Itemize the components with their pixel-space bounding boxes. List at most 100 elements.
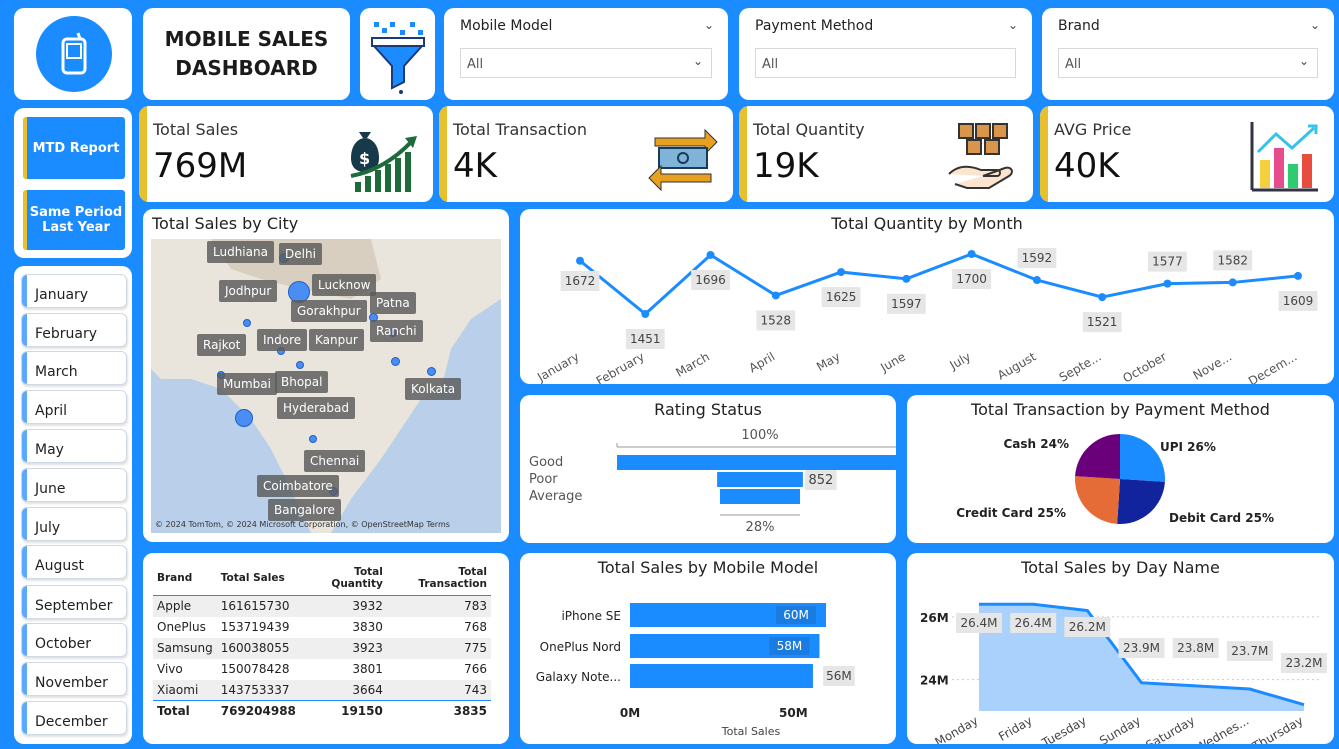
city-label: Rajkot <box>197 334 247 356</box>
city-bubble[interactable] <box>243 319 251 327</box>
month-button-january[interactable]: January <box>21 274 127 308</box>
x-tick-label: Saturday <box>1143 713 1197 744</box>
funnel-value-label: 852 <box>808 473 833 488</box>
table-cell: 783 <box>386 595 491 617</box>
table-row[interactable]: Vivo 150078428 3801 766 <box>153 659 491 680</box>
x-tick-label: Nove... <box>1191 349 1235 382</box>
kpi-accent-bar <box>1040 106 1048 202</box>
bar-chart-icon <box>1250 122 1318 192</box>
map-canvas[interactable]: Ludhiana Delhi Lucknow Jodhpur Patna Gor… <box>151 239 501 533</box>
y-tick-label: 24M <box>920 674 949 688</box>
same-period-last-year-button[interactable]: Same Period Last Year <box>23 190 125 250</box>
chevron-down-icon[interactable]: ⌄ <box>704 18 714 32</box>
city-bubble[interactable] <box>296 361 304 369</box>
x-tick-label: Tuesday <box>1039 713 1089 744</box>
month-button-march[interactable]: March <box>21 351 127 385</box>
column-header[interactable]: Total Quantity <box>299 563 387 596</box>
brand-dropdown[interactable]: All ⌄ <box>1058 48 1318 78</box>
day-area-svg: 26M 24M 26.4M Monday 26.4M Friday 26.2M Tuesday… <box>920 602 1327 744</box>
chevron-down-icon[interactable]: ⌄ <box>1310 18 1320 32</box>
brand-table: Brand Total Sales Total Quantity Total T… <box>153 563 491 722</box>
x-tick-label: August <box>995 349 1039 382</box>
city-label: Kanpur <box>309 329 364 351</box>
month-label: July <box>35 520 61 536</box>
month-button-february[interactable]: February <box>21 313 127 347</box>
month-button-april[interactable]: April <box>21 390 127 424</box>
logo-card <box>14 8 132 100</box>
column-header[interactable]: Brand <box>153 563 217 596</box>
data-label: 1528 <box>761 313 792 327</box>
line-chart-svg: 1672 January 1451 February 1696 March 1528 Apri… <box>534 248 1318 384</box>
model-category-label: iPhone SE <box>561 609 621 623</box>
city-label: Patna <box>370 292 416 314</box>
line-point <box>1228 278 1237 287</box>
table-total-row: Total 769204988 19150 3835 <box>153 700 491 722</box>
city-bubble[interactable] <box>427 367 436 376</box>
month-button-october[interactable]: October <box>21 623 127 657</box>
city-label: Coimbatore <box>257 475 339 497</box>
column-header[interactable]: Total Sales <box>216 563 300 596</box>
pie-label: Debit Card 25% <box>1169 511 1274 525</box>
table-cell: Total <box>153 700 217 722</box>
table-row[interactable]: Xiaomi 143753337 3664 743 <box>153 679 491 701</box>
x-tick-label: May <box>814 349 842 374</box>
slicer-mobile-model[interactable]: Mobile Model ⌄ All ⌄ <box>444 8 728 100</box>
y-tick-label: 26M <box>920 611 949 625</box>
same-period-label-2: Last Year <box>42 220 110 235</box>
chevron-down-icon[interactable]: ⌄ <box>693 54 703 68</box>
month-button-december[interactable]: December <box>21 701 127 735</box>
slicer-payment-method[interactable]: Payment Method ⌄ All <box>739 8 1032 100</box>
kpi-label: Total Sales <box>153 120 239 139</box>
table-row[interactable]: Samsung 160038055 3923 775 <box>153 637 491 659</box>
map-title: Total Sales by City <box>152 214 299 233</box>
mtd-report-button[interactable]: MTD Report <box>23 117 125 179</box>
x-tick-label: Decem... <box>1246 349 1300 384</box>
rating-status-chart: Rating Status 100% Good Poor Average 852 28% <box>520 395 896 543</box>
table-row[interactable]: OnePlus 153719439 3830 768 <box>153 617 491 638</box>
month-button-june[interactable]: June <box>21 468 127 502</box>
table-cell: 150078428 <box>220 662 290 676</box>
bottom-percent-label: 28% <box>746 520 775 535</box>
line-point <box>967 250 976 258</box>
model-bar <box>630 664 813 688</box>
x-axis-title: Total Sales <box>721 725 781 738</box>
month-label: March <box>35 364 78 380</box>
chevron-down-icon[interactable]: ⌄ <box>1299 54 1309 68</box>
table-cell: 3932 <box>299 595 387 617</box>
month-label: November <box>35 675 108 691</box>
data-label: 1609 <box>1283 294 1314 308</box>
mobile-model-dropdown[interactable]: All ⌄ <box>460 48 712 78</box>
table-row[interactable]: Apple 161615730 3932 783 <box>153 595 491 617</box>
pie-slice <box>1075 476 1120 524</box>
table-cell: OnePlus <box>157 620 206 634</box>
data-label: 1521 <box>1087 315 1118 329</box>
month-button-august[interactable]: August <box>21 545 127 579</box>
x-tick-label: Septe... <box>1057 349 1104 384</box>
city-bubble[interactable] <box>391 357 400 366</box>
kpi-accent-bar <box>739 106 747 202</box>
city-label: Jodhpur <box>219 280 278 302</box>
chevron-down-icon[interactable]: ⌄ <box>1008 18 1018 32</box>
city-bubble[interactable] <box>309 435 317 443</box>
month-button-july[interactable]: July <box>21 507 127 541</box>
table-cell: 768 <box>464 620 487 634</box>
payment-method-dropdown[interactable]: All <box>755 48 1016 78</box>
slicer-label: Payment Method <box>755 18 874 34</box>
table-cell: 161615730 <box>216 595 300 617</box>
month-button-november[interactable]: November <box>21 662 127 696</box>
slicer-brand[interactable]: Brand ⌄ All ⌄ <box>1042 8 1334 100</box>
day-value-label: 23.2M <box>1285 656 1322 670</box>
column-header[interactable]: Total Transaction <box>386 563 491 596</box>
slicer-label: Mobile Model <box>460 18 553 34</box>
funnel-category-label: Good <box>529 455 563 470</box>
kpi-label: Total Quantity <box>753 120 865 139</box>
x-tick-label: March <box>673 349 712 379</box>
month-button-may[interactable]: May <box>21 429 127 463</box>
filter-toggle-button[interactable] <box>360 8 435 100</box>
pie-slice <box>1117 479 1165 524</box>
city-bubble[interactable] <box>235 409 253 427</box>
month-button-september[interactable]: September <box>21 585 127 619</box>
x-tick-label: June <box>877 349 908 375</box>
model-value-label: 56M <box>826 669 852 683</box>
city-label: Bhopal <box>275 371 329 393</box>
